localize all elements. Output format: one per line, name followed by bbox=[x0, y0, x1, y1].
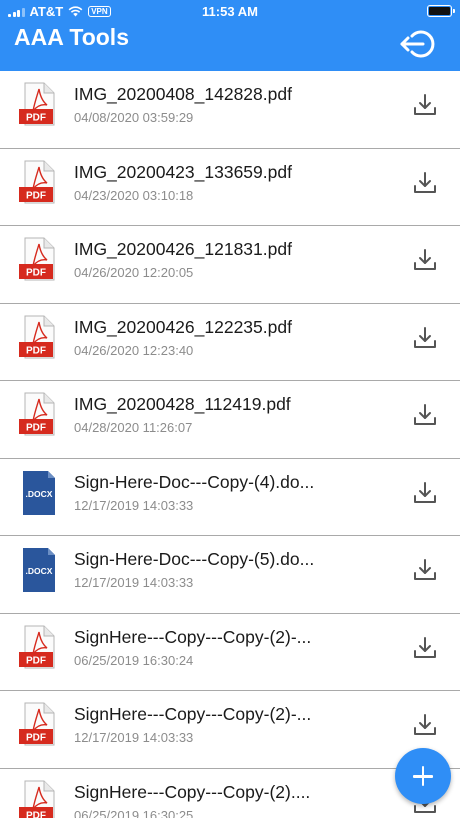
download-button[interactable] bbox=[412, 169, 438, 197]
file-type-badge: .DOCX bbox=[26, 489, 53, 499]
file-date: 12/17/2019 14:03:33 bbox=[74, 730, 194, 745]
file-list-item[interactable]: .DOCX Sign-Here-Doc---Copy-(4).do... 12/… bbox=[0, 458, 460, 536]
file-name: IMG_20200423_133659.pdf bbox=[74, 161, 292, 182]
pdf-file-icon: PDF bbox=[19, 392, 55, 436]
logout-icon bbox=[400, 30, 435, 58]
logout-button[interactable] bbox=[398, 27, 440, 61]
status-time: 11:53 AM bbox=[202, 4, 258, 19]
file-type-badge: PDF bbox=[26, 655, 46, 666]
file-list-item[interactable]: PDF SignHere---Copy---Copy-(2).... 06/25… bbox=[0, 768, 460, 818]
download-icon bbox=[414, 714, 436, 735]
file-name: IMG_20200428_112419.pdf bbox=[74, 394, 291, 414]
file-date: 04/08/2020 03:59:29 bbox=[74, 110, 194, 125]
download-icon bbox=[414, 326, 436, 348]
download-button[interactable] bbox=[412, 91, 438, 119]
download-button[interactable] bbox=[412, 479, 438, 507]
download-button[interactable] bbox=[412, 324, 438, 352]
pdf-file-icon: PDF bbox=[19, 237, 55, 281]
file-name: IMG_20200408_142828.pdf bbox=[74, 84, 292, 104]
file-date: 04/26/2020 12:20:05 bbox=[74, 265, 194, 280]
file-list-item[interactable]: PDF IMG_20200426_121831.pdf 04/26/2020 1… bbox=[0, 226, 460, 304]
file-date: 04/23/2020 03:10:18 bbox=[74, 187, 194, 203]
download-icon bbox=[414, 404, 436, 425]
file-list: PDF IMG_20200408_142828.pdf 04/08/2020 0… bbox=[0, 71, 460, 818]
download-icon bbox=[414, 171, 436, 193]
download-icon bbox=[414, 559, 436, 580]
file-name: SignHere---Copy---Copy-(2).... bbox=[74, 781, 311, 802]
download-button[interactable] bbox=[412, 246, 438, 274]
file-list-item[interactable]: PDF SignHere---Copy---Copy-(2)-... 06/25… bbox=[0, 613, 460, 691]
file-type-badge: PDF bbox=[26, 268, 46, 279]
docx-file-icon: .DOCX bbox=[23, 470, 55, 515]
file-name: Sign-Here-Doc---Copy-(5).do... bbox=[74, 549, 315, 569]
file-list-item[interactable]: PDF IMG_20200428_112419.pdf 04/28/2020 1… bbox=[0, 381, 460, 459]
file-list-item[interactable]: PDF IMG_20200408_142828.pdf 04/08/2020 0… bbox=[0, 71, 460, 149]
file-date: 06/25/2019 16:30:24 bbox=[74, 652, 194, 668]
file-type-badge: PDF bbox=[26, 810, 46, 818]
download-button[interactable] bbox=[412, 556, 438, 584]
file-type-badge: .DOCX bbox=[26, 566, 53, 576]
file-date: 04/28/2020 11:26:07 bbox=[74, 420, 193, 435]
download-button[interactable] bbox=[412, 401, 438, 429]
add-file-button[interactable] bbox=[395, 748, 451, 804]
pdf-file-icon: PDF bbox=[19, 82, 55, 126]
app-header: AT&T VPN 11:53 AM AAA Tools bbox=[0, 0, 460, 71]
status-bar: AT&T VPN 11:53 AM bbox=[0, 0, 460, 22]
download-button[interactable] bbox=[412, 711, 438, 739]
file-type-badge: PDF bbox=[26, 345, 46, 356]
file-date: 12/17/2019 14:03:33 bbox=[74, 497, 194, 513]
file-name: IMG_20200426_122235.pdf bbox=[74, 316, 292, 337]
file-date: 04/26/2020 12:23:40 bbox=[74, 342, 194, 358]
file-type-badge: PDF bbox=[26, 113, 46, 124]
file-name: IMG_20200426_121831.pdf bbox=[74, 239, 292, 259]
download-icon bbox=[414, 94, 436, 115]
download-icon bbox=[414, 636, 436, 658]
battery-icon bbox=[427, 5, 455, 17]
file-list-item[interactable]: .DOCX Sign-Here-Doc---Copy-(5).do... 12/… bbox=[0, 536, 460, 614]
docx-file-icon: .DOCX bbox=[23, 548, 55, 592]
pdf-file-icon: PDF bbox=[19, 702, 55, 746]
pdf-file-icon: PDF bbox=[19, 780, 55, 818]
file-name: SignHere---Copy---Copy-(2)-... bbox=[74, 704, 312, 724]
file-type-badge: PDF bbox=[26, 423, 46, 434]
file-name: Sign-Here-Doc---Copy-(4).do... bbox=[74, 471, 315, 492]
file-list-item[interactable]: PDF IMG_20200426_122235.pdf 04/26/2020 1… bbox=[0, 303, 460, 381]
file-list-item[interactable]: PDF IMG_20200423_133659.pdf 04/23/2020 0… bbox=[0, 148, 460, 226]
download-icon bbox=[414, 481, 436, 503]
file-type-badge: PDF bbox=[26, 733, 46, 744]
file-date: 12/17/2019 14:03:33 bbox=[74, 575, 194, 590]
download-icon bbox=[414, 249, 436, 270]
file-name: SignHere---Copy---Copy-(2)-... bbox=[74, 626, 312, 647]
pdf-file-icon: PDF bbox=[19, 160, 55, 203]
pdf-file-icon: PDF bbox=[19, 625, 55, 668]
pdf-file-icon: PDF bbox=[19, 315, 55, 358]
file-list-item[interactable]: PDF SignHere---Copy---Copy-(2)-... 12/17… bbox=[0, 691, 460, 769]
download-button[interactable] bbox=[412, 634, 438, 662]
file-date: 06/25/2019 16:30:25 bbox=[74, 807, 194, 818]
file-type-badge: PDF bbox=[26, 190, 46, 201]
app-title: AAA Tools bbox=[14, 24, 129, 50]
